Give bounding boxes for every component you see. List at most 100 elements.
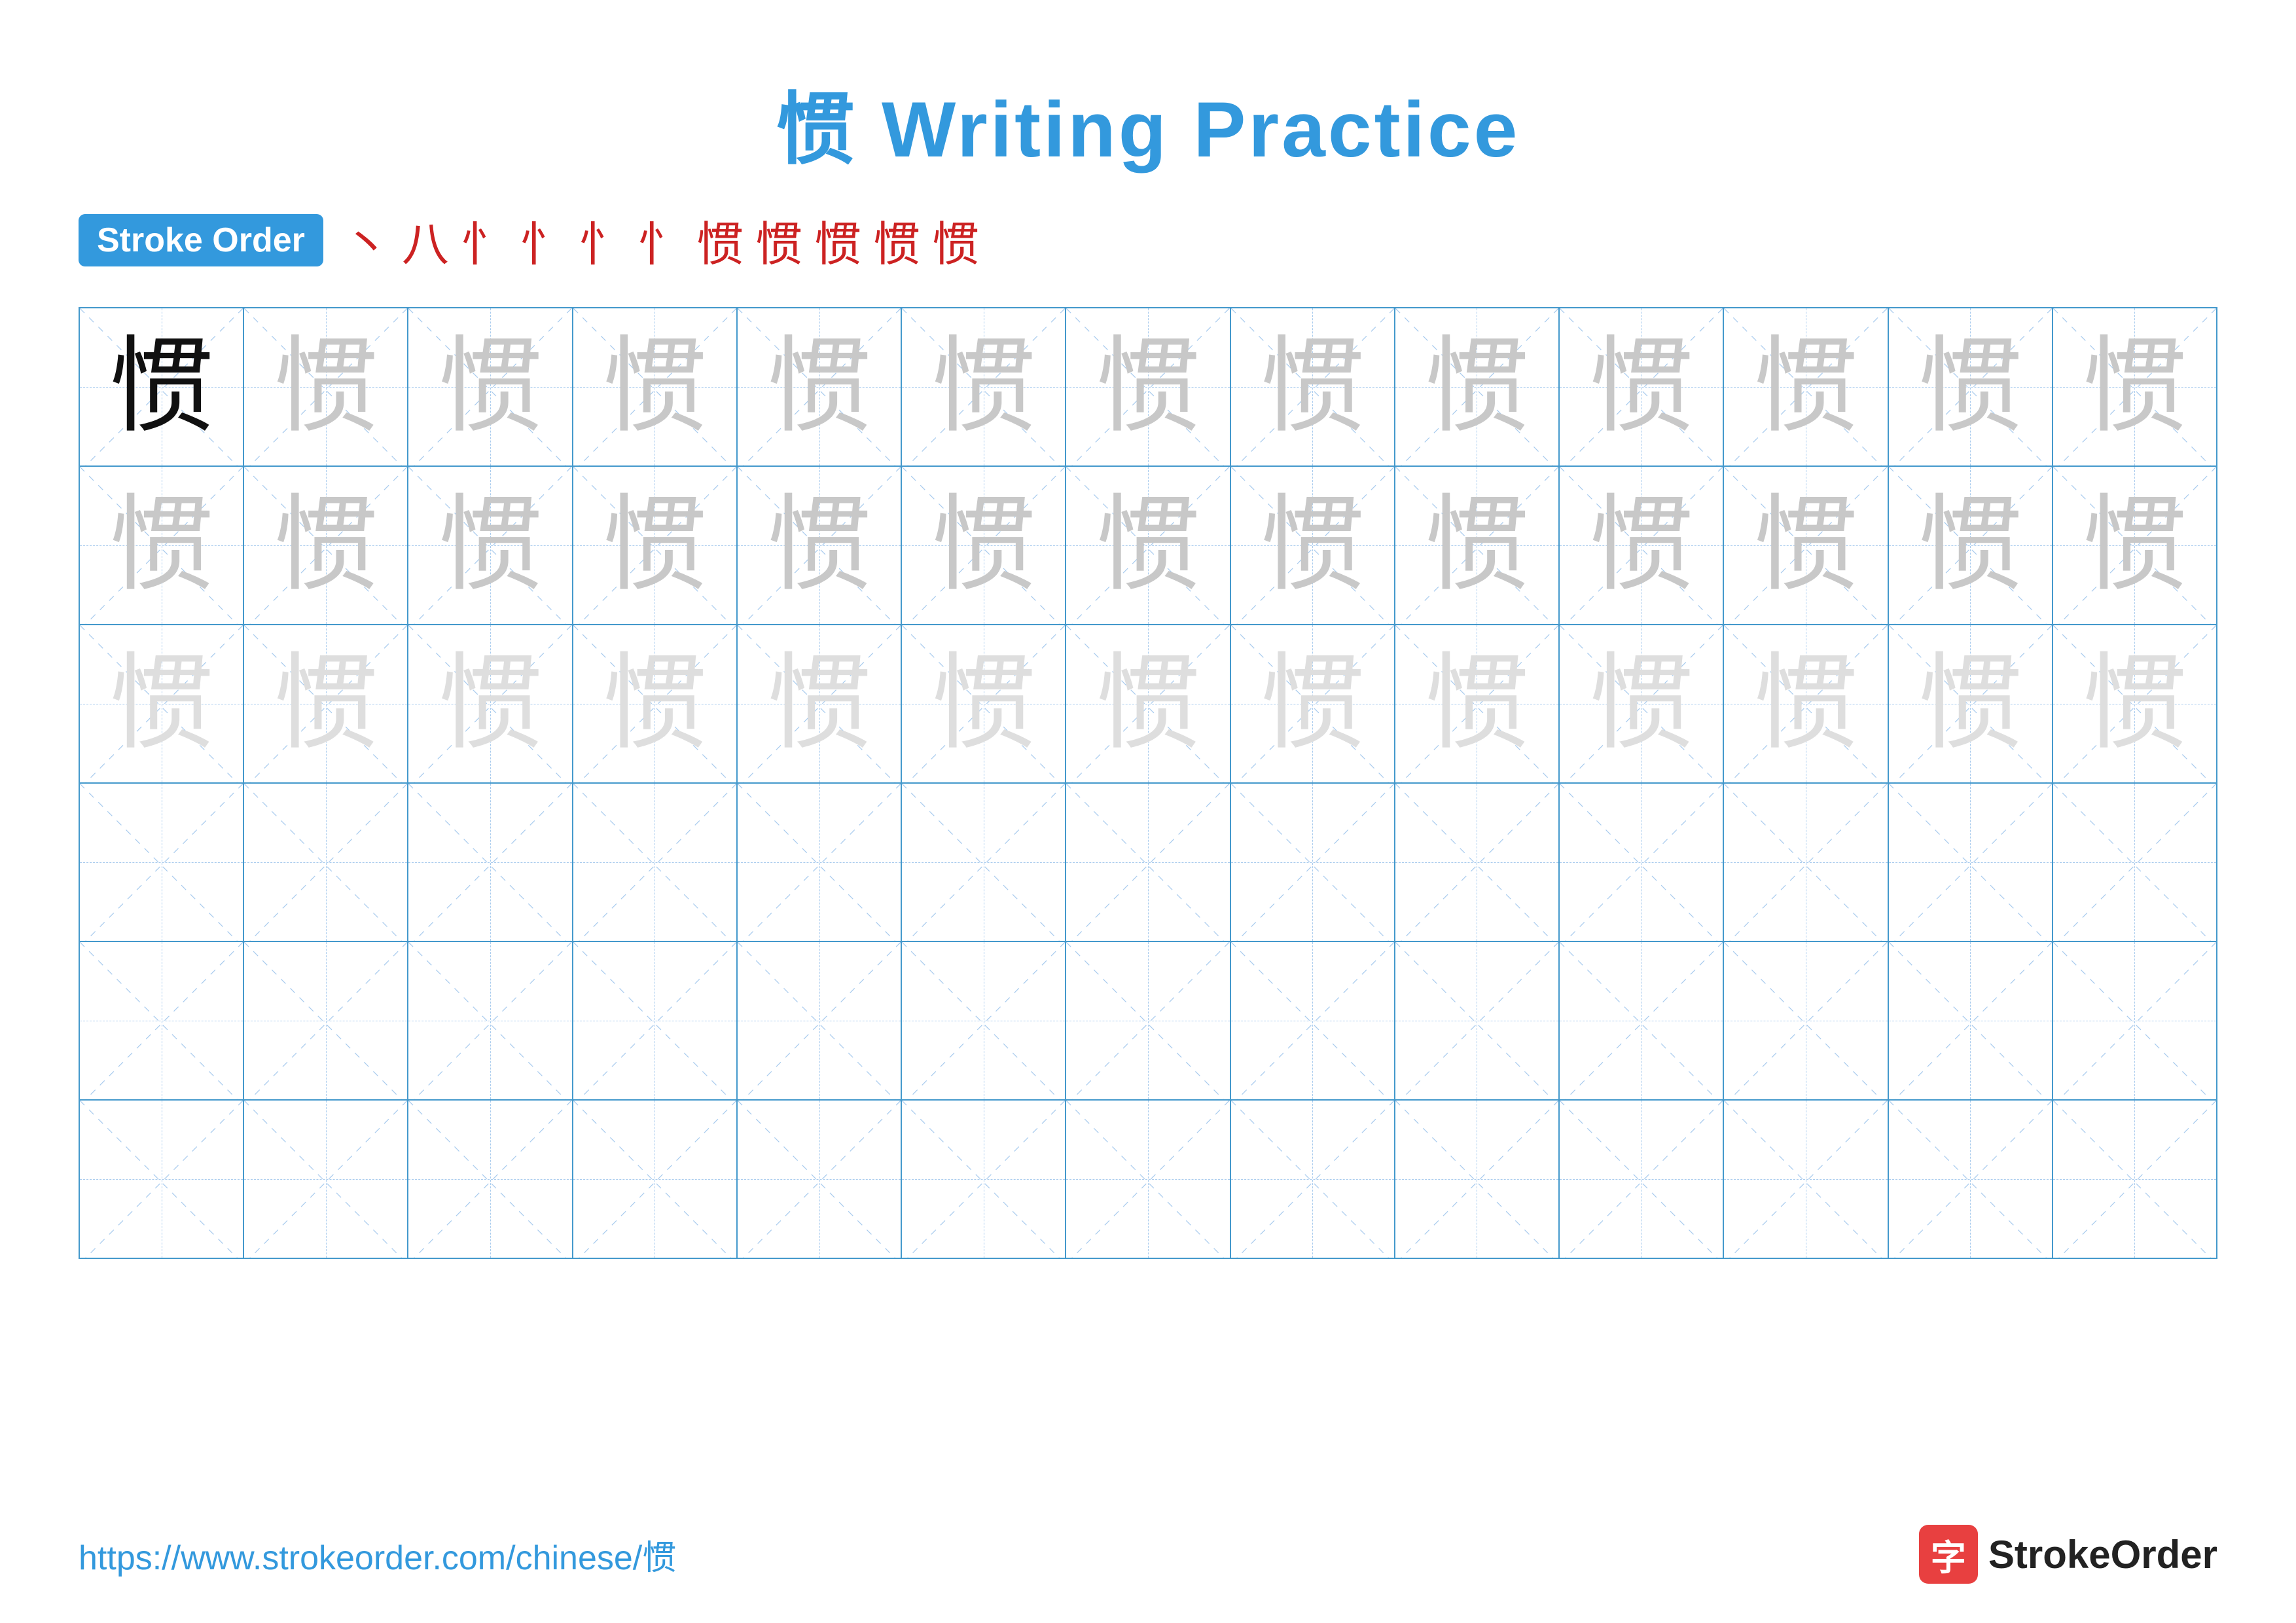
grid-cell[interactable] [1724,942,1888,1099]
grid-cell[interactable]: 惯 [1724,467,1888,624]
grid-cell[interactable] [1560,1101,1724,1258]
grid-cell[interactable] [80,1101,244,1258]
grid-cell[interactable]: 惯 [408,467,573,624]
practice-char: 惯 [931,335,1036,439]
stroke-step-2: 八 [402,206,449,274]
grid-cell[interactable] [1231,942,1395,1099]
grid-cell[interactable]: 惯 [1066,625,1230,782]
grid-cell[interactable]: 惯 [1231,308,1395,465]
grid-cell[interactable] [902,1101,1066,1258]
stroke-step-1: 丶 [343,206,390,274]
grid-cell[interactable]: 惯 [1560,467,1724,624]
stroke-step-4: 忄 [520,206,567,274]
grid-cell[interactable] [1395,784,1560,941]
practice-char: 惯 [767,335,872,439]
grid-cell[interactable]: 惯 [1889,467,2053,624]
practice-char: 惯 [1753,335,1858,439]
grid-cell[interactable]: 惯 [80,308,244,465]
grid-cell[interactable]: 惯 [738,625,902,782]
grid-cell[interactable]: 惯 [902,467,1066,624]
grid-cell[interactable]: 惯 [1724,625,1888,782]
grid-cell[interactable] [1560,784,1724,941]
grid-cell[interactable] [1066,1101,1230,1258]
practice-char: 惯 [1753,651,1858,756]
grid-cell[interactable]: 惯 [738,308,902,465]
practice-char: 惯 [274,493,378,598]
grid-cell[interactable]: 惯 [244,467,408,624]
grid-cell[interactable]: 惯 [244,625,408,782]
grid-cell[interactable]: 惯 [573,467,738,624]
grid-cell[interactable]: 惯 [1066,308,1230,465]
practice-char: 惯 [2082,493,2187,598]
grid-cell[interactable]: 惯 [408,308,573,465]
grid-cell[interactable] [573,1101,738,1258]
grid-cell[interactable] [1889,1101,2053,1258]
grid-cell[interactable] [1889,784,2053,941]
stroke-step-8: 惯 [755,206,802,274]
grid-cell[interactable]: 惯 [1889,308,2053,465]
grid-cell[interactable]: 惯 [80,625,244,782]
grid-cell[interactable] [1066,784,1230,941]
stroke-order-row: Stroke Order 丶 八 忄 忄 忄 忄 惯 惯 惯 惯 惯 [79,206,2217,274]
grid-cell[interactable]: 惯 [1889,625,2053,782]
grid-row-5 [80,942,2216,1101]
grid-cell[interactable] [1395,1101,1560,1258]
grid-cell[interactable]: 惯 [738,467,902,624]
stroke-step-11: 惯 [932,206,979,274]
grid-cell[interactable] [1066,942,1230,1099]
grid-cell[interactable] [1724,1101,1888,1258]
grid-cell[interactable] [2053,784,2216,941]
grid-cell[interactable] [738,942,902,1099]
grid-cell[interactable]: 惯 [408,625,573,782]
grid-cell[interactable] [408,1101,573,1258]
grid-cell[interactable]: 惯 [2053,467,2216,624]
grid-cell[interactable] [408,942,573,1099]
grid-cell[interactable] [902,784,1066,941]
grid-cell[interactable]: 惯 [573,308,738,465]
grid-cell[interactable]: 惯 [1395,625,1560,782]
stroke-order-badge: Stroke Order [79,214,323,266]
practice-char: 惯 [1424,493,1529,598]
grid-cell[interactable] [2053,942,2216,1099]
grid-cell[interactable]: 惯 [80,467,244,624]
grid-cell[interactable] [408,784,573,941]
grid-cell[interactable] [244,1101,408,1258]
grid-cell[interactable] [902,942,1066,1099]
page-title: 惯 Writing Practice [79,65,2217,179]
grid-cell[interactable] [1889,942,2053,1099]
stroke-step-7: 惯 [696,206,744,274]
grid-cell[interactable]: 惯 [244,308,408,465]
grid-cell[interactable] [244,942,408,1099]
practice-char: 惯 [931,493,1036,598]
grid-cell[interactable]: 惯 [1560,308,1724,465]
logo-text: StrokeOrder [1988,1532,2217,1577]
grid-cell[interactable] [1560,942,1724,1099]
grid-cell[interactable] [738,1101,902,1258]
grid-cell[interactable]: 惯 [1231,467,1395,624]
grid-cell[interactable]: 惯 [1231,625,1395,782]
practice-char: 惯 [1918,493,2022,598]
grid-cell[interactable] [1724,784,1888,941]
grid-cell[interactable] [573,784,738,941]
grid-cell[interactable] [1395,942,1560,1099]
grid-cell[interactable] [1231,784,1395,941]
grid-cell[interactable] [80,784,244,941]
grid-cell[interactable] [738,784,902,941]
grid-cell[interactable] [80,942,244,1099]
grid-cell[interactable]: 惯 [1395,467,1560,624]
grid-cell[interactable] [1231,1101,1395,1258]
grid-cell[interactable]: 惯 [1395,308,1560,465]
grid-cell[interactable]: 惯 [902,625,1066,782]
grid-cell[interactable]: 惯 [1066,467,1230,624]
grid-cell[interactable]: 惯 [573,625,738,782]
grid-cell[interactable]: 惯 [1560,625,1724,782]
grid-cell[interactable]: 惯 [1724,308,1888,465]
grid-cell[interactable] [573,942,738,1099]
practice-char: 惯 [931,651,1036,756]
grid-cell[interactable] [244,784,408,941]
grid-cell[interactable]: 惯 [2053,308,2216,465]
grid-cell[interactable]: 惯 [902,308,1066,465]
grid-cell[interactable] [2053,1101,2216,1258]
stroke-step-9: 惯 [814,206,861,274]
grid-cell[interactable]: 惯 [2053,625,2216,782]
